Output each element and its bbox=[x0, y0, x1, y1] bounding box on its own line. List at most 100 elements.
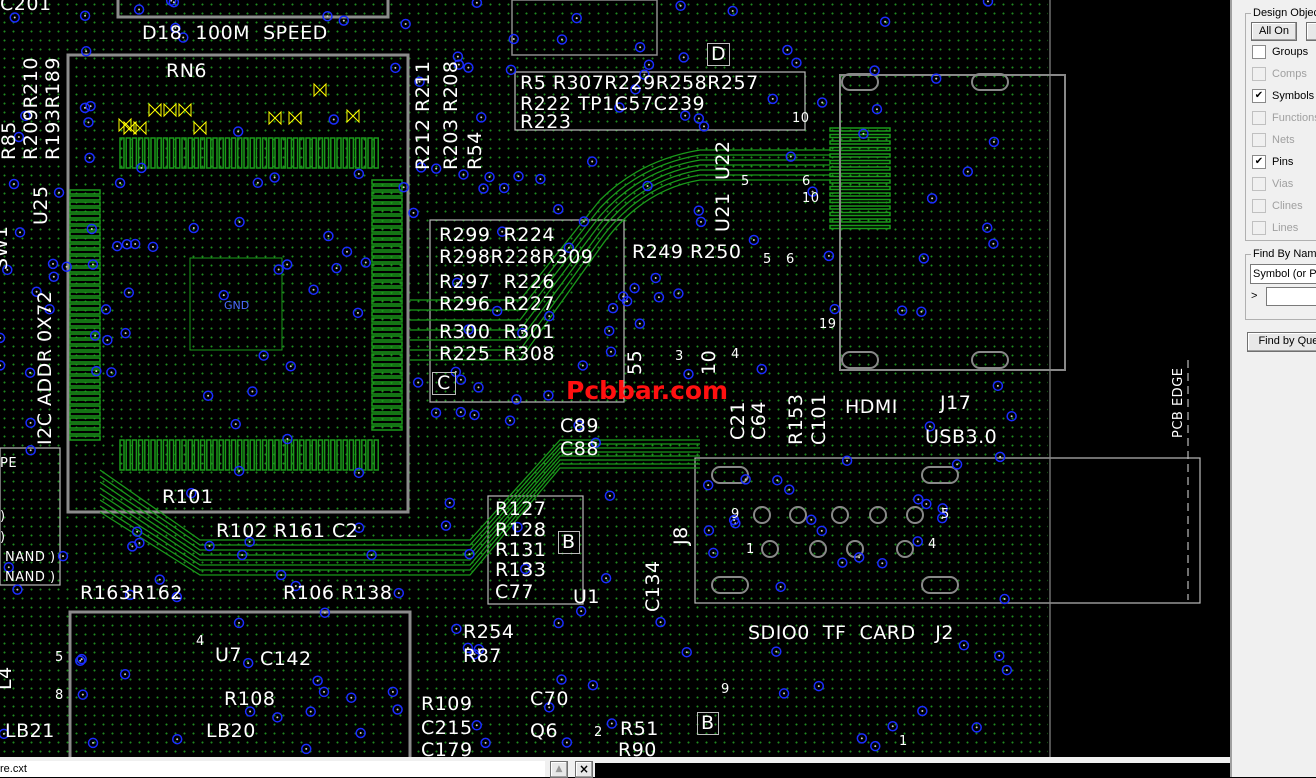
via-hole bbox=[286, 263, 289, 266]
via-hole bbox=[207, 394, 210, 397]
via-hole bbox=[396, 708, 399, 711]
via-hole bbox=[105, 308, 108, 311]
checkbox-box[interactable]: ✔ bbox=[1252, 155, 1266, 169]
via-hole bbox=[241, 553, 244, 556]
via-hole bbox=[62, 555, 65, 558]
via-hole bbox=[444, 524, 447, 527]
soc-pin bbox=[336, 137, 342, 169]
label-r203r208: R203 R208 bbox=[440, 60, 462, 170]
checkbox-box[interactable] bbox=[1252, 67, 1266, 81]
via-hole bbox=[124, 673, 127, 676]
label-r297: R297 R226 bbox=[439, 271, 556, 293]
find-name-input[interactable] bbox=[1266, 287, 1316, 306]
checkbox-comps[interactable]: Comps bbox=[1252, 66, 1307, 82]
via-hole bbox=[608, 329, 611, 332]
checkbox-box[interactable] bbox=[1252, 45, 1266, 59]
mounting-slot bbox=[841, 351, 879, 369]
find-by-query-button[interactable]: Find by Query bbox=[1247, 332, 1316, 352]
via-hole bbox=[608, 494, 611, 497]
via-hole bbox=[289, 365, 292, 368]
soc-pin bbox=[69, 345, 101, 351]
design-objects-title: Design Objects bbox=[1251, 7, 1316, 19]
checkbox-symbols[interactable]: ✔ Symbols bbox=[1252, 88, 1314, 104]
scroll-up-button[interactable]: ▲ bbox=[550, 761, 568, 778]
soc-pin bbox=[69, 297, 101, 303]
checkbox-clines[interactable]: Clines bbox=[1252, 198, 1303, 214]
label-r90: R90 bbox=[618, 739, 657, 758]
via-hole bbox=[679, 4, 682, 7]
via-hole bbox=[286, 438, 289, 441]
via-hole bbox=[539, 177, 542, 180]
via-hole bbox=[697, 209, 700, 212]
checkbox-groups[interactable]: Groups bbox=[1252, 44, 1308, 60]
pin-number: 2 bbox=[594, 725, 603, 740]
close-button[interactable]: × bbox=[575, 761, 593, 778]
checkbox-nets[interactable]: Nets bbox=[1252, 132, 1295, 148]
checkbox-lines[interactable]: Lines bbox=[1252, 220, 1298, 236]
soc-pin bbox=[206, 137, 212, 169]
via-hole bbox=[127, 291, 130, 294]
label-c215: C215 bbox=[421, 717, 473, 739]
all-off-button[interactable] bbox=[1306, 22, 1316, 41]
via-hole bbox=[881, 562, 884, 565]
soc-pin bbox=[218, 137, 224, 169]
label-rn6: RN6 bbox=[166, 60, 208, 82]
soc-pin bbox=[69, 405, 101, 411]
via-hole bbox=[488, 176, 491, 179]
soc-pin bbox=[69, 381, 101, 387]
checkbox-box[interactable]: ✔ bbox=[1252, 89, 1266, 103]
soc-pin bbox=[371, 263, 403, 269]
via-hole bbox=[731, 9, 734, 12]
all-on-button[interactable]: All On bbox=[1251, 22, 1297, 41]
checkbox-box[interactable] bbox=[1252, 111, 1266, 125]
find-type-select[interactable]: Symbol (or Pin) bbox=[1250, 264, 1316, 284]
via-hole bbox=[580, 610, 583, 613]
label-r254: R254 bbox=[463, 621, 515, 643]
checkbox-box[interactable] bbox=[1252, 177, 1266, 191]
via-hole bbox=[176, 738, 179, 741]
via-hole bbox=[503, 186, 506, 189]
via-hole bbox=[744, 478, 747, 481]
soc-pin bbox=[371, 395, 403, 401]
pcb-canvas[interactable]: C201 D18 100M SPEED RN6 R209R210 R193R18… bbox=[0, 0, 1228, 757]
soc-pin bbox=[371, 329, 403, 335]
label-pe: PE bbox=[0, 456, 18, 471]
soc-pin bbox=[371, 197, 403, 203]
label-c201: C201 bbox=[0, 0, 52, 15]
usb-pad bbox=[761, 540, 779, 558]
usb-pad bbox=[906, 506, 924, 524]
soc-pin bbox=[371, 227, 403, 233]
mounting-slot bbox=[711, 576, 749, 594]
checkbox-box[interactable] bbox=[1252, 133, 1266, 147]
label-r109: R109 bbox=[421, 693, 473, 715]
soc-pin bbox=[371, 251, 403, 257]
soc-pin bbox=[131, 137, 138, 169]
checkbox-pins[interactable]: ✔ Pins bbox=[1252, 154, 1293, 170]
label-d18: D18 100M SPEED bbox=[142, 22, 328, 44]
usb-pad bbox=[831, 506, 849, 524]
soc-pin bbox=[237, 439, 243, 471]
via-hole bbox=[475, 724, 478, 727]
via-hole bbox=[1003, 598, 1006, 601]
via-hole bbox=[962, 644, 965, 647]
via-hole bbox=[786, 49, 789, 52]
checkbox-functions[interactable]: Functions bbox=[1252, 110, 1316, 126]
soc-pin bbox=[371, 179, 403, 185]
mounting-slot bbox=[921, 466, 959, 484]
via-hole bbox=[557, 622, 560, 625]
soc-pin bbox=[371, 299, 403, 305]
checkbox-box[interactable] bbox=[1252, 199, 1266, 213]
label-hdmi: HDMI bbox=[845, 396, 898, 418]
via-hole bbox=[364, 261, 367, 264]
soc-pin bbox=[274, 439, 280, 471]
pin-number: 9 bbox=[731, 507, 740, 522]
via-hole bbox=[610, 722, 613, 725]
via-hole bbox=[58, 191, 61, 194]
checkbox-vias[interactable]: Vias bbox=[1252, 176, 1293, 192]
highlight-marker bbox=[148, 102, 162, 118]
label-i2c: I2C ADDR 0X72 bbox=[34, 290, 56, 445]
soc-pin bbox=[371, 293, 403, 299]
checkbox-box[interactable] bbox=[1252, 221, 1266, 235]
via-hole bbox=[992, 242, 995, 245]
label-c179: C179 bbox=[421, 739, 473, 758]
